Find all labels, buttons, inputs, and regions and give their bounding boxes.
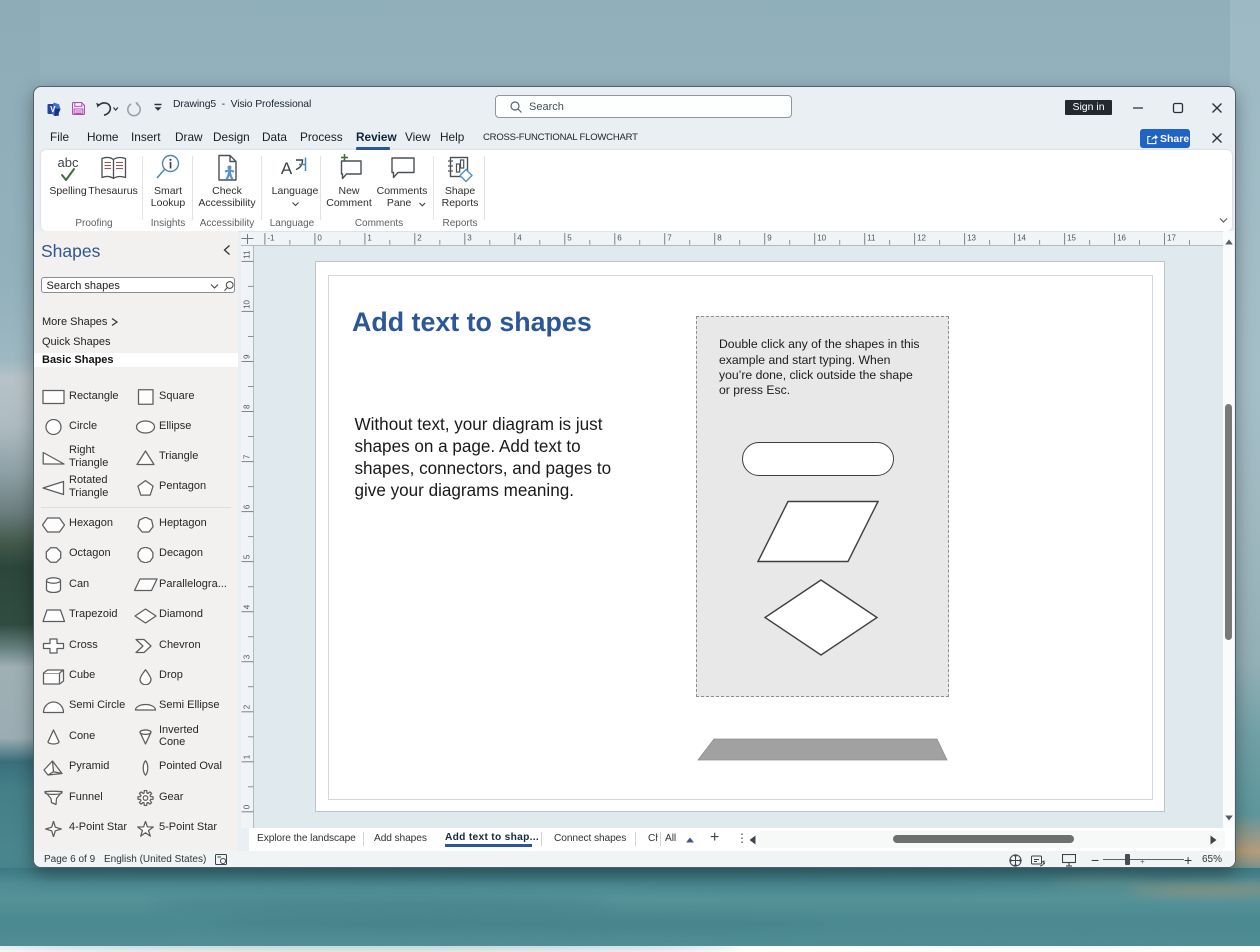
svg-text:10: 10 — [817, 234, 826, 243]
svg-text:7: 7 — [667, 234, 672, 243]
svg-text:6: 6 — [617, 234, 622, 243]
svg-text:4: 4 — [517, 234, 522, 243]
svg-text:12: 12 — [917, 234, 926, 243]
svg-text:0: 0 — [243, 804, 252, 809]
svg-text:17: 17 — [1167, 234, 1176, 243]
svg-text:1: 1 — [243, 754, 252, 759]
svg-text:13: 13 — [967, 234, 976, 243]
svg-text:2: 2 — [243, 704, 252, 709]
svg-text:abc: abc — [58, 155, 79, 170]
svg-text:4: 4 — [243, 604, 252, 609]
svg-text:2: 2 — [417, 234, 422, 243]
svg-text:5: 5 — [243, 554, 252, 559]
svg-text:15: 15 — [1067, 234, 1076, 243]
svg-text:3: 3 — [243, 654, 252, 659]
svg-text:-1: -1 — [267, 234, 275, 243]
svg-text:5: 5 — [567, 234, 572, 243]
svg-text:8: 8 — [717, 234, 722, 243]
svg-text:6: 6 — [243, 504, 252, 509]
svg-text:9: 9 — [767, 234, 772, 243]
svg-text:7: 7 — [243, 454, 252, 459]
svg-text:14: 14 — [1017, 234, 1026, 243]
svg-text:0: 0 — [317, 234, 322, 243]
svg-text:16: 16 — [1117, 234, 1126, 243]
svg-text:V: V — [50, 105, 56, 114]
svg-text:1: 1 — [367, 234, 372, 243]
svg-text:11: 11 — [243, 250, 252, 259]
svg-text:8: 8 — [243, 404, 252, 409]
svg-text:10: 10 — [243, 299, 252, 308]
svg-text:A: A — [281, 159, 293, 178]
svg-text:9: 9 — [243, 354, 252, 359]
svg-text:3: 3 — [467, 234, 472, 243]
svg-text:11: 11 — [867, 234, 876, 243]
